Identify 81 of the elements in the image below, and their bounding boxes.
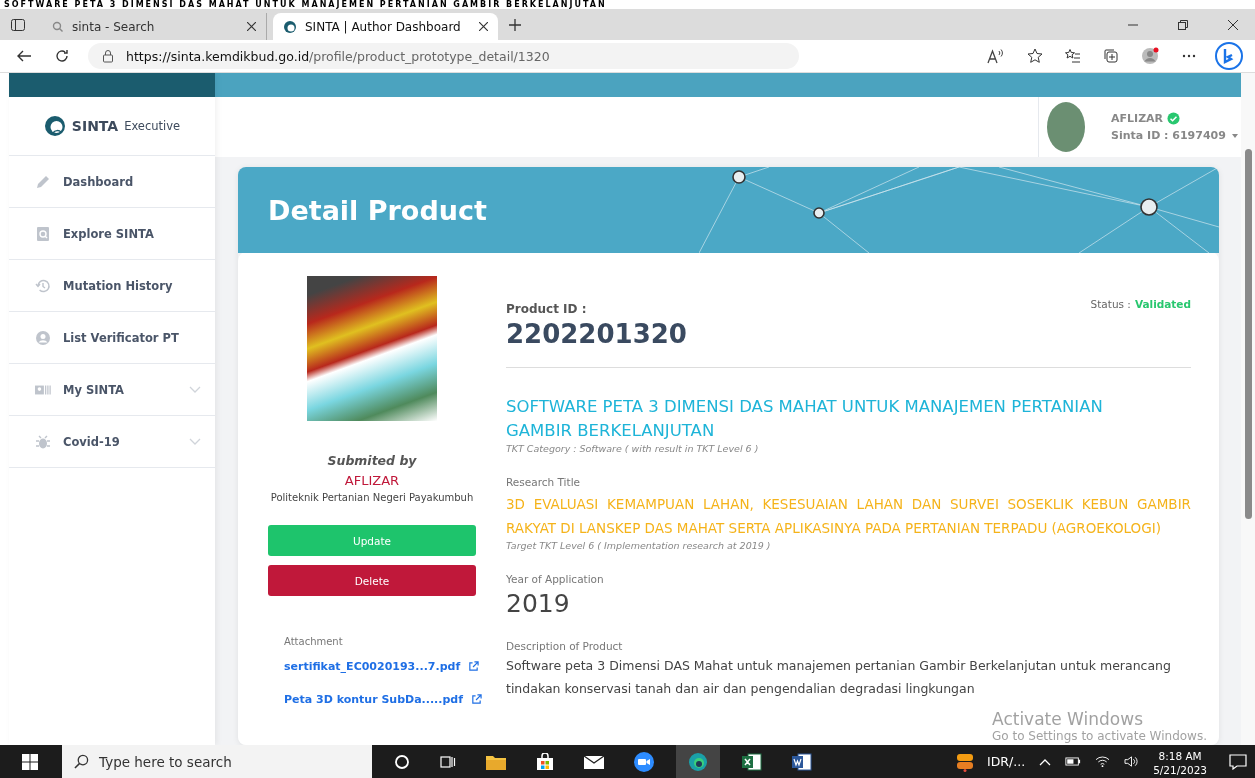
attachment-label: Attachment <box>284 636 343 647</box>
product-title: SOFTWARE PETA 3 DIMENSI DAS MAHAT UNTUK MANAJEMEN PERTANIAN GAMBIR BERKELANJUTAN <box>506 396 1104 442</box>
cortana-icon[interactable] <box>394 753 410 770</box>
search-icon <box>52 20 64 33</box>
back-icon[interactable] <box>16 48 32 64</box>
year-value: 2019 <box>506 589 571 618</box>
lock-icon[interactable] <box>102 49 114 63</box>
brand-subtitle: Executive <box>124 119 181 133</box>
taskbar-search-field[interactable]: Type here to search <box>62 745 372 778</box>
field-label: Year of Application <box>506 573 605 585</box>
mail-envelope-icon[interactable] <box>584 753 604 770</box>
windows-start-icon[interactable] <box>22 753 38 770</box>
user-menu[interactable]: Sinta ID : 6197409 <box>1111 129 1238 142</box>
submitted-by-label: Submited by <box>327 453 417 468</box>
institution-name: Politeknik Pertanian Negeri Payakumbuh <box>270 492 474 503</box>
collections-icon[interactable] <box>1103 48 1119 64</box>
sidebar-toggle-icon[interactable] <box>10 16 26 33</box>
taskbar-clock[interactable]: 8:18 AM 5/21/2023 <box>1153 746 1207 777</box>
status-label: Status : <box>1090 298 1131 310</box>
product-description: Software peta 3 Dimensi DAS Mahat untuk manajemen pertanian Gambir Berkelanjutan untuk merancang tindakan konservasi tanah dan air dan pengendalian degradasi lingkungan <box>506 657 1172 698</box>
wifi-icon[interactable] <box>1095 755 1111 768</box>
product-id-label: Product ID : <box>506 302 588 316</box>
close-icon[interactable] <box>479 22 488 31</box>
close-icon[interactable] <box>1228 19 1238 30</box>
product-id: 2202201320 <box>506 319 687 349</box>
profile-icon[interactable] <box>1141 47 1159 65</box>
sidebar-item[interactable]: Dashboard <box>9 156 215 208</box>
refresh-icon[interactable] <box>54 48 70 64</box>
search-document-icon <box>35 225 51 242</box>
user-icon <box>35 329 51 346</box>
new-tab-icon[interactable] <box>508 17 522 32</box>
read-aloud-icon[interactable] <box>987 48 1005 64</box>
sidebar-item[interactable]: My SINTA <box>9 364 215 416</box>
attachment-link[interactable]: Peta 3D kontur SubDa.....pdf <box>284 693 482 706</box>
restore-icon[interactable] <box>1178 19 1188 30</box>
brand-name: SINTA <box>71 118 119 134</box>
external-link-icon <box>468 661 480 672</box>
favorite-star-icon[interactable] <box>1027 48 1043 64</box>
sidebar-item[interactable]: Explore SINTA <box>9 208 215 260</box>
field-label: Research Title <box>506 476 581 488</box>
tkt-category: TKT Category : Software ( with result in TKT Level 6 ) <box>506 443 760 454</box>
avatar-circle <box>1047 102 1085 152</box>
page-title: Detail Product <box>268 194 487 226</box>
delete-button[interactable]: Delete <box>268 565 476 596</box>
status-value: Validated <box>1134 298 1191 310</box>
search-icon <box>74 754 89 769</box>
pencil-icon <box>35 173 51 190</box>
activation-watermark-title: Activate Windows <box>992 709 1144 729</box>
browser-tab[interactable]: SINTA | Author Dashboard <box>273 13 498 40</box>
history-icon <box>35 277 51 294</box>
address-field[interactable]: https://sinta.kemdikbud.go.id/profile/product_prototype_detail/1320 <box>88 43 799 69</box>
favorites-list-icon[interactable] <box>1065 48 1081 64</box>
field-label: Description of Product <box>506 640 624 652</box>
document-app-icon[interactable] <box>792 752 812 771</box>
folder-icon[interactable] <box>486 753 506 770</box>
caret-icon <box>1231 133 1238 138</box>
site-logo-icon <box>283 19 297 34</box>
close-icon[interactable] <box>247 22 256 31</box>
battery-icon[interactable] <box>1065 756 1082 767</box>
task-view-icon[interactable] <box>440 753 456 770</box>
sidebar-item[interactable]: List Verificator PT <box>9 312 215 364</box>
chevron-up-icon[interactable] <box>1039 757 1052 766</box>
user-name: AFLIZAR <box>1111 112 1164 125</box>
activation-watermark-text: Go to Settings to activate Windows. <box>992 729 1207 743</box>
attachment-link[interactable]: sertifikat_EC0020193...7.pdf <box>284 660 480 673</box>
submitter-name: AFLIZAR <box>344 473 400 488</box>
sidebar-item[interactable]: Covid-19 <box>9 416 215 468</box>
logo-icon <box>43 115 66 137</box>
currency-ticker[interactable]: IDR/... <box>987 754 1026 769</box>
volume-icon[interactable] <box>1124 755 1140 768</box>
store-bag-icon[interactable] <box>536 752 554 771</box>
video-call-app-icon[interactable] <box>634 751 654 772</box>
research-title: 3D EVALUASI KEMAMPUAN LAHAN, KESESUAIAN LAHAN DAN SURVEI SOSEKLIK KEBUN GAMBIR RAKYAT DI LANSKEP DAS MAHAT SERTA APLIKASINYA PADA PERTANIAN TERPADU (AGROEKOLOGI) <box>506 495 1191 538</box>
notification-icon[interactable] <box>1229 753 1247 770</box>
scrollbar[interactable] <box>1241 73 1255 745</box>
sidebar-item[interactable]: Mutation History <box>9 260 215 312</box>
currency-widget-icon[interactable] <box>955 751 975 772</box>
spreadsheet-app-icon[interactable] <box>742 752 762 771</box>
external-link-icon <box>471 694 482 705</box>
bug-icon <box>35 433 51 450</box>
target-tkt: Target TKT Level 6 ( Implementation research at 2019 ) <box>506 540 772 551</box>
